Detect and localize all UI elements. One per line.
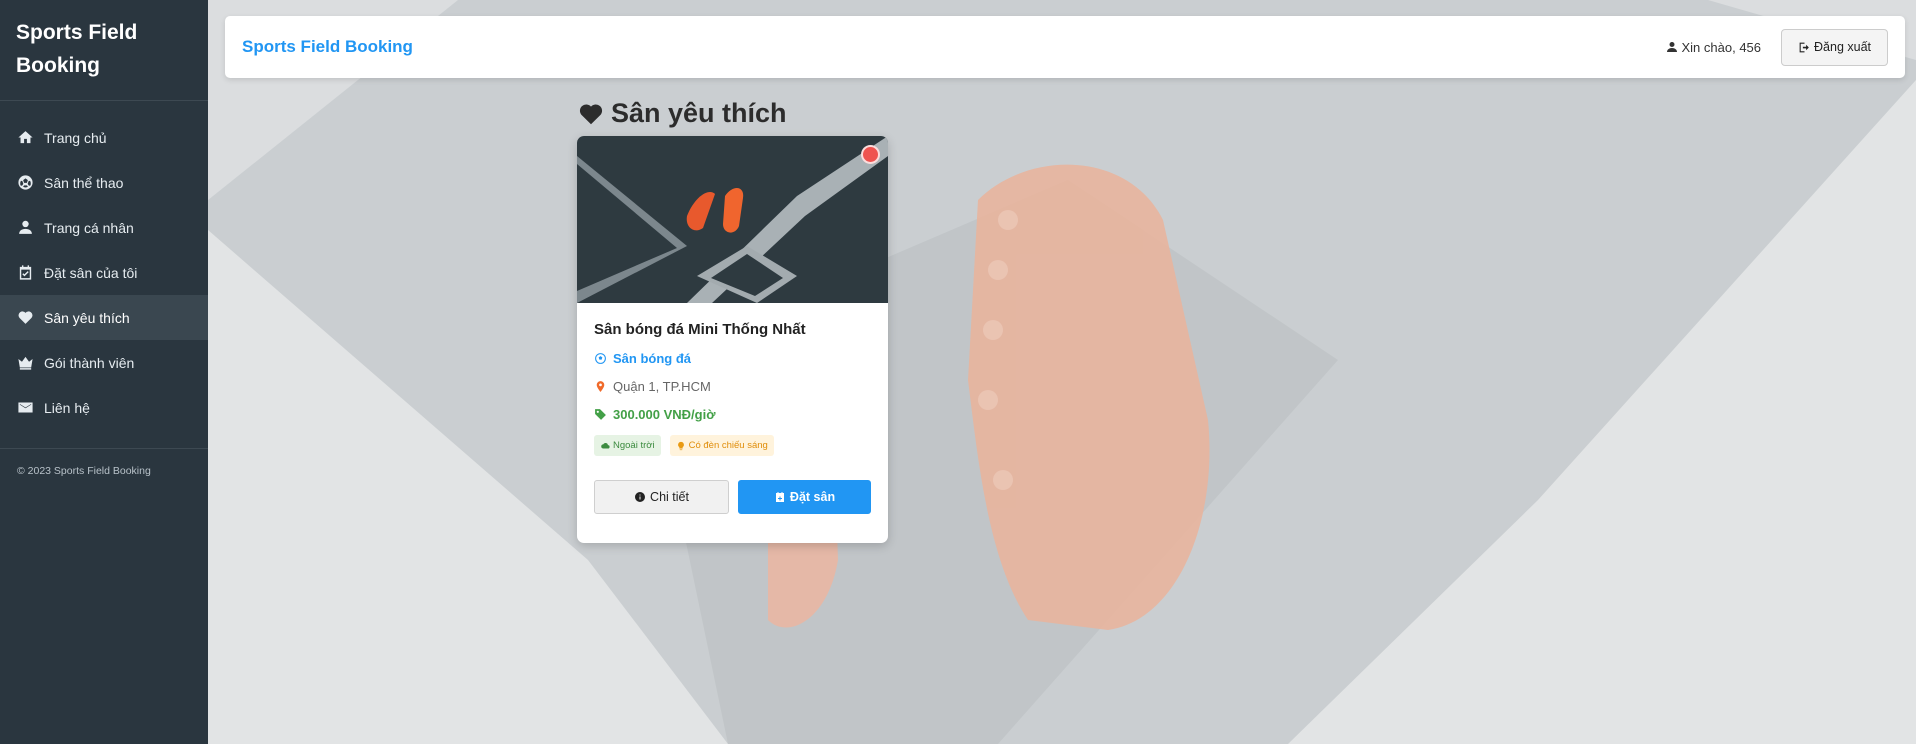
map-pin-icon xyxy=(596,381,605,392)
sidebar-item-label: Liên hệ xyxy=(44,399,90,416)
field-location-label: Quận 1, TP.HCM xyxy=(613,379,711,394)
header-title[interactable]: Sports Field Booking xyxy=(242,37,413,57)
field-card: Sân bóng đá Mini Thống Nhất Sân bóng đá … xyxy=(577,136,888,543)
tag-icon xyxy=(595,409,606,420)
envelope-icon xyxy=(16,399,34,417)
field-image[interactable] xyxy=(577,136,888,303)
sidebar-item-label: Sân yêu thích xyxy=(44,309,130,326)
card-actions: Chi tiết Đặt sân xyxy=(594,480,871,514)
sidebar-item-membership[interactable]: Gói thành viên xyxy=(0,340,208,385)
soccer-ball-icon xyxy=(595,353,606,364)
home-icon xyxy=(16,129,34,147)
sidebar-item-my-bookings[interactable]: Đặt sân của tôi xyxy=(0,250,208,295)
field-location: Quận 1, TP.HCM xyxy=(594,379,871,394)
field-price: 300.000 VNĐ/giờ xyxy=(594,407,871,422)
sidebar-item-label: Sân thể thao xyxy=(44,174,124,191)
crown-icon xyxy=(16,354,34,372)
background-image xyxy=(208,0,1916,744)
user-icon xyxy=(16,219,34,237)
sidebar-brand[interactable]: Sports Field Booking xyxy=(0,0,208,101)
field-tags: Ngoài trời Có đèn chiếu sáng xyxy=(594,435,871,456)
field-price-label: 300.000 VNĐ/giờ xyxy=(613,407,716,422)
detail-button[interactable]: Chi tiết xyxy=(594,480,729,514)
tag-lighting: Có đèn chiếu sáng xyxy=(669,435,774,456)
tag-outdoor: Ngoài trời xyxy=(594,435,661,456)
field-name[interactable]: Sân bóng đá Mini Thống Nhất xyxy=(594,321,871,338)
sidebar-item-sports-fields[interactable]: Sân thể thao xyxy=(0,160,208,205)
heart-icon xyxy=(579,103,603,124)
book-button[interactable]: Đặt sân xyxy=(738,480,871,514)
sidebar-item-contact[interactable]: Liên hệ xyxy=(0,385,208,430)
sidebar-item-label: Trang cá nhân xyxy=(44,219,134,236)
sidebar-item-label: Gói thành viên xyxy=(44,354,135,371)
field-type: Sân bóng đá xyxy=(594,351,871,366)
greeting-text: Xin chào, 456 xyxy=(1681,39,1762,55)
cloud-sun-icon xyxy=(601,442,610,448)
sign-out-icon xyxy=(1799,42,1809,52)
sidebar-item-home[interactable]: Trang chủ xyxy=(0,115,208,160)
page-title-text: Sân yêu thích xyxy=(611,98,787,128)
logout-label: Đăng xuất xyxy=(1814,40,1871,54)
page-title: Sân yêu thích xyxy=(577,98,787,129)
top-header: Sports Field Booking Xin chào, 456 Đăng … xyxy=(225,16,1905,78)
sidebar-nav: Trang chủ Sân thể thao Trang cá nhân Đặt… xyxy=(0,101,208,430)
calendar-plus-icon xyxy=(775,492,784,502)
lightbulb-icon xyxy=(677,441,684,450)
sidebar-item-label: Đặt sân của tôi xyxy=(44,264,138,281)
favorite-toggle-button[interactable] xyxy=(861,145,880,164)
user-icon xyxy=(1666,42,1677,52)
soccer-ball-icon xyxy=(16,174,34,192)
user-greeting: Xin chào, 456 xyxy=(1666,39,1762,55)
sidebar: Sports Field Booking Trang chủ Sân thể t… xyxy=(0,0,208,744)
field-type-label: Sân bóng đá xyxy=(613,351,691,366)
logout-button[interactable]: Đăng xuất xyxy=(1781,28,1888,66)
info-circle-icon xyxy=(635,492,646,502)
main-content: Sports Field Booking Xin chào, 456 Đăng … xyxy=(208,0,1916,744)
calendar-check-icon xyxy=(16,264,34,282)
card-body: Sân bóng đá Mini Thống Nhất Sân bóng đá … xyxy=(577,303,888,514)
heart-icon xyxy=(16,309,34,327)
sidebar-item-label: Trang chủ xyxy=(44,129,107,146)
sidebar-footer: © 2023 Sports Field Booking xyxy=(17,465,151,477)
sidebar-item-favorites[interactable]: Sân yêu thích xyxy=(0,295,208,340)
field-photo xyxy=(577,136,888,303)
sidebar-item-profile[interactable]: Trang cá nhân xyxy=(0,205,208,250)
